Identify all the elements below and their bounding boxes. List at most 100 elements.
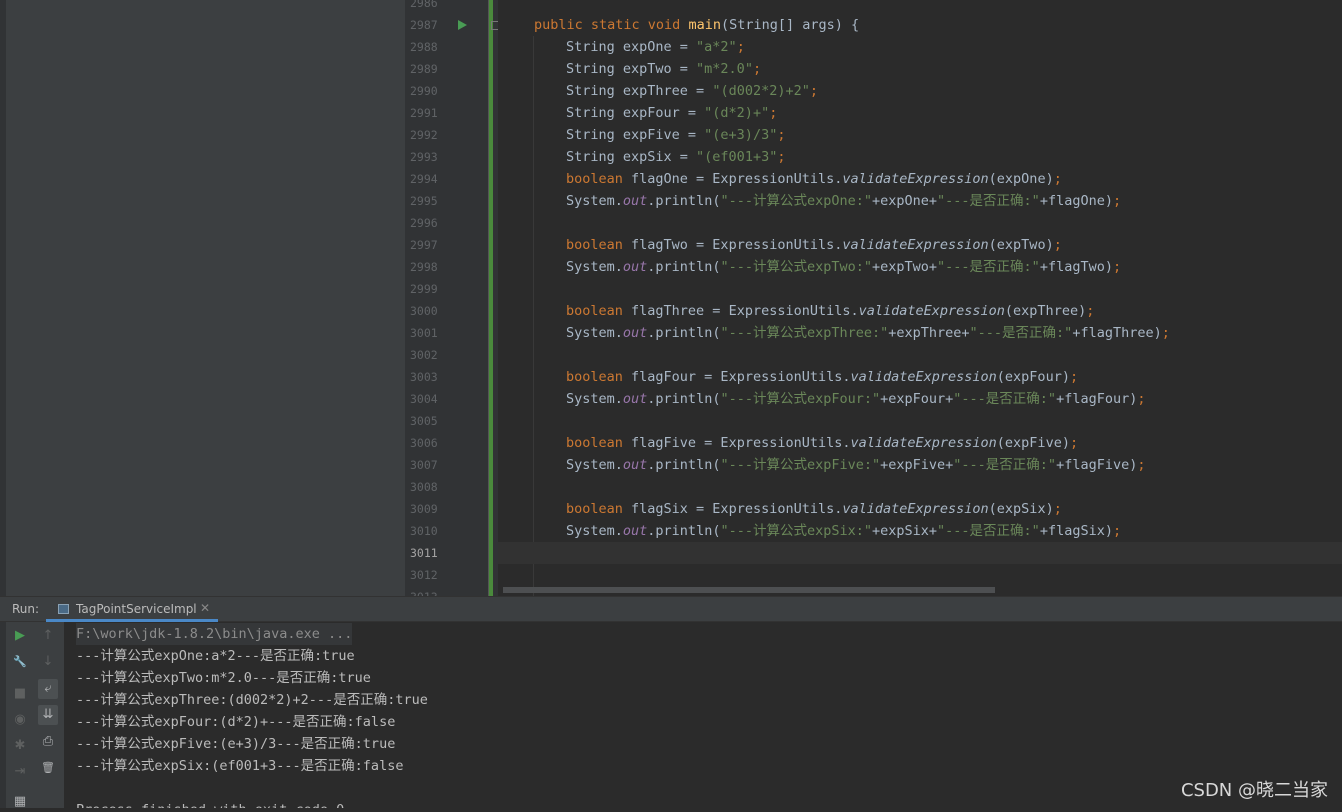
down-arrow-icon[interactable]: ↓ [38, 652, 58, 672]
horizontal-scrollbar[interactable] [503, 587, 995, 593]
editor-gutter: 2986 2987 2988 2989 2990 2991 2992 2993 … [405, 0, 520, 604]
rerun-icon[interactable]: ▶ [10, 626, 30, 646]
wrench-icon[interactable]: 🔧 [10, 652, 30, 672]
code-string: "---计算公式expOne:" [720, 193, 872, 209]
code-line: String expTwo = "m*2.0"; [566, 58, 761, 80]
line-number: 3007 [410, 458, 438, 472]
code-string: "(d*2)+" [704, 105, 770, 121]
run-tab[interactable]: TagPointServiceImpl ✕ [46, 597, 218, 622]
code-static-field: out [622, 457, 648, 473]
code-semicolon: ; [1053, 501, 1062, 517]
code-text: String expFive = [566, 127, 705, 143]
code-static-method: validateExpression [842, 171, 989, 187]
code-editor[interactable]: public static void main(String[] args) {… [498, 0, 1342, 596]
console-line: ---计算公式expFive:(e+3)/3---是否正确:true [76, 736, 396, 752]
code-text: +expFour+ [880, 391, 954, 407]
code-line: String expOne = "a*2"; [566, 36, 745, 58]
code-line: String expSix = "(ef001+3"; [566, 146, 785, 168]
print-icon[interactable]: ⎙ [38, 732, 58, 752]
code-text: (expOne) [988, 171, 1054, 187]
code-string: "---是否正确:" [937, 523, 1040, 539]
camera-icon[interactable]: ◉ [10, 710, 30, 730]
code-keyword: boolean [566, 435, 632, 451]
code-text: String expFour = [566, 105, 705, 121]
code-semicolon: ; [1112, 259, 1122, 275]
code-line: boolean flagOne = ExpressionUtils.valida… [566, 168, 1062, 190]
run-main-icon[interactable] [458, 20, 467, 30]
layout-icon[interactable]: ▦ [10, 792, 30, 812]
code-semicolon: ; [777, 149, 786, 165]
code-line: public static void main(String[] args) { [534, 14, 859, 36]
line-number: 3001 [410, 326, 438, 340]
left-tool-strip [0, 622, 6, 808]
code-string: "(ef001+3" [696, 149, 778, 165]
code-string: "---计算公式expSix:" [720, 523, 872, 539]
code-string: "m*2.0" [696, 61, 753, 77]
code-text: +flagThree) [1072, 325, 1162, 341]
code-text: +expThree+ [888, 325, 970, 341]
console-line: ---计算公式expOne:a*2---是否正确:true [76, 648, 355, 664]
line-number: 3005 [410, 414, 438, 428]
code-text: +flagOne) [1039, 193, 1113, 209]
stop-icon[interactable]: ■ [10, 684, 30, 704]
code-text: System. [566, 325, 623, 341]
line-number: 2990 [410, 84, 438, 98]
run-label: Run: [12, 602, 40, 616]
code-line: System.out.println("---计算公式expTwo:"+expT… [566, 256, 1121, 278]
close-icon[interactable]: ✕ [200, 601, 210, 615]
exit-icon[interactable]: ⇥ [10, 762, 30, 782]
code-string: "---计算公式expFour:" [720, 391, 881, 407]
indent-guide [533, 36, 534, 596]
code-text: flagOne = ExpressionUtils. [631, 171, 843, 187]
code-static-method: validateExpression [842, 237, 989, 253]
code-line: boolean flagTwo = ExpressionUtils.valida… [566, 234, 1062, 256]
console-output[interactable]: F:\work\jdk-1.8.2\bin\java.exe ... ---计算… [64, 622, 1342, 808]
code-semicolon: ; [1086, 303, 1095, 319]
code-line: System.out.println("---计算公式expFive:"+exp… [566, 454, 1145, 476]
code-text: .println( [647, 391, 721, 407]
soft-wrap-icon[interactable]: ⤶ [38, 679, 58, 699]
project-panel [0, 0, 405, 596]
code-text: System. [566, 457, 623, 473]
vcs-change-marker [489, 0, 493, 596]
code-static-field: out [622, 193, 648, 209]
code-text: (String[] args) { [720, 17, 860, 33]
watermark: CSDN @晓二当家 [1180, 780, 1328, 801]
console-line: ---计算公式expSix:(ef001+3---是否正确:false [76, 758, 404, 774]
scroll-to-end-icon[interactable]: ⇊ [38, 705, 58, 725]
code-method-name: main [688, 17, 721, 33]
code-text: +flagFour) [1056, 391, 1138, 407]
code-line: System.out.println("---计算公式expOne:"+expO… [566, 190, 1121, 212]
line-number: 2999 [410, 282, 438, 296]
line-number: 3010 [410, 524, 438, 538]
code-line: String expThree = "(d002*2)+2"; [566, 80, 818, 102]
code-line: System.out.println("---计算公式expThree:"+ex… [566, 322, 1170, 344]
line-number: 3000 [410, 304, 438, 318]
console-line: ---计算公式expFour:(d*2)+---是否正确:false [76, 714, 396, 730]
code-string: "(d002*2)+2" [712, 83, 810, 99]
code-keyword: boolean [566, 237, 632, 253]
code-semicolon: ; [752, 61, 762, 77]
code-static-field: out [622, 259, 648, 275]
code-string: "---计算公式expTwo:" [720, 259, 872, 275]
run-panel-header: Run: TagPointServiceImpl ✕ [0, 596, 1342, 622]
code-static-field: out [622, 325, 648, 341]
code-string: "---是否正确:" [953, 457, 1057, 473]
trash-icon[interactable]: 🗑 [38, 758, 58, 778]
code-text: System. [566, 523, 623, 539]
code-line: boolean flagFour = ExpressionUtils.valid… [566, 366, 1078, 388]
line-number-current: 3011 [410, 546, 438, 560]
code-line: System.out.println("---计算公式expSix:"+expS… [566, 520, 1121, 542]
code-text: .println( [647, 457, 721, 473]
console-command-line: F:\work\jdk-1.8.2\bin\java.exe ... [76, 623, 353, 645]
code-string: "---计算公式expFive:" [720, 457, 881, 473]
caret-line-highlight [498, 542, 1342, 564]
code-semicolon: ; [809, 83, 818, 99]
code-keyword: boolean [566, 501, 632, 517]
debug-icon[interactable]: ✱ [10, 736, 30, 756]
code-line: boolean flagSix = ExpressionUtils.valida… [566, 498, 1062, 520]
code-semicolon: ; [736, 39, 745, 55]
up-arrow-icon[interactable]: ↑ [38, 626, 58, 646]
line-number: 2989 [410, 62, 438, 76]
code-keyword: boolean [566, 303, 632, 319]
